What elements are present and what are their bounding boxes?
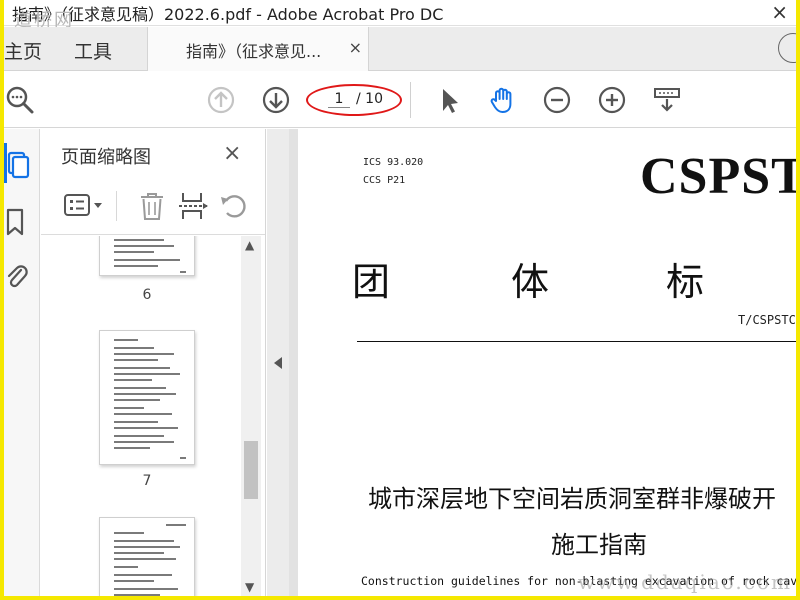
toolbar-divider	[410, 82, 411, 118]
standard-brand: CSPST	[640, 148, 796, 205]
page-display-icon[interactable]	[651, 84, 683, 116]
search-icon[interactable]	[4, 84, 36, 116]
toolbar: 1 / 10	[4, 72, 796, 128]
page-thumbnail-8[interactable]	[99, 517, 195, 596]
page-thumbnail-7[interactable]	[99, 330, 195, 465]
ics-code: ICS 93.020	[363, 157, 424, 168]
previous-page-icon[interactable]	[205, 84, 237, 116]
hand-icon[interactable]	[487, 84, 519, 116]
panel-toolbar	[41, 177, 265, 235]
page-highlight-ellipse	[306, 84, 402, 116]
page-number-box: 1 / 10	[306, 84, 402, 116]
scroll-up-icon[interactable]: ▲	[245, 238, 254, 252]
thumbnail-number-7: 7	[142, 473, 152, 489]
thumbnail-scrollbar[interactable]: ▲ ▼	[241, 236, 261, 596]
header-rule	[357, 341, 796, 342]
zoom-out-icon[interactable]	[541, 84, 573, 116]
undo-icon[interactable]	[217, 189, 251, 223]
select-cursor-icon[interactable]	[432, 84, 464, 116]
document-title-line-2: 施工指南	[551, 531, 647, 559]
left-rail	[4, 129, 40, 596]
tab-close-button[interactable]: ×	[349, 38, 362, 57]
tab-bar: 主页 工具 指南》（征求意见... ×	[4, 27, 796, 71]
tab-home[interactable]: 主页	[4, 37, 42, 64]
window-title: 指南》（征求意见稿）2022.6.pdf - Adobe Acrobat Pro…	[12, 5, 444, 24]
zoom-in-icon[interactable]	[596, 84, 628, 116]
scrollbar-thumb[interactable]	[244, 441, 258, 499]
insert-page-icon[interactable]	[177, 189, 211, 223]
standard-number: T/CSPSTC	[738, 313, 796, 327]
heading-char-3: 标	[666, 260, 705, 304]
document-title-line-1: 城市深层地下空间岩质洞室群非爆破开	[368, 485, 776, 513]
thumbnail-panel: 页面缩略图 × 6 7 ▲ ▼	[41, 129, 266, 596]
thumbnail-list: 6 7	[41, 236, 241, 596]
document-view: ICS 93.020 CCS P21 CSPST 团 体 标 T/CSPSTC …	[289, 129, 796, 596]
heading-char-2: 体	[511, 260, 550, 304]
options-menu-icon[interactable]	[63, 189, 109, 223]
page-thumbnails-icon[interactable]	[4, 149, 30, 179]
bookmark-icon[interactable]	[4, 207, 30, 237]
trash-icon[interactable]	[135, 189, 169, 223]
help-icon[interactable]	[778, 33, 796, 63]
scroll-down-icon[interactable]: ▼	[245, 580, 254, 594]
page-thumbnail-6[interactable]	[99, 236, 195, 276]
ccs-code: CCS P21	[363, 175, 406, 186]
next-page-icon[interactable]	[260, 84, 292, 116]
current-page-input[interactable]: 1	[328, 91, 350, 108]
window-close-button[interactable]: ×	[771, 0, 788, 24]
panel-collapse-strip[interactable]	[267, 129, 289, 596]
site-watermark-bottom: www.ddaqiao.com	[577, 570, 792, 594]
tab-tools[interactable]: 工具	[74, 37, 112, 64]
tab-document[interactable]: 指南》（征求意见... ×	[147, 27, 369, 71]
collapse-arrow-icon[interactable]	[274, 357, 282, 369]
panel-toolbar-divider	[116, 191, 117, 221]
panel-close-button[interactable]: ×	[223, 141, 241, 166]
heading-char-1: 团	[352, 260, 391, 304]
title-bar: 指南》（征求意见稿）2022.6.pdf - Adobe Acrobat Pro…	[4, 0, 796, 31]
thumbnail-number-6: 6	[142, 287, 152, 303]
tab-document-label: 指南》（征求意见...	[186, 42, 322, 61]
acrobat-window: 指南》（征求意见稿）2022.6.pdf - Adobe Acrobat Pro…	[4, 0, 796, 596]
total-pages: / 10	[356, 91, 383, 107]
panel-title: 页面缩略图	[61, 147, 151, 168]
attachment-icon[interactable]	[4, 262, 30, 292]
pdf-page: ICS 93.020 CCS P21 CSPST 团 体 标 T/CSPSTC …	[298, 129, 796, 596]
